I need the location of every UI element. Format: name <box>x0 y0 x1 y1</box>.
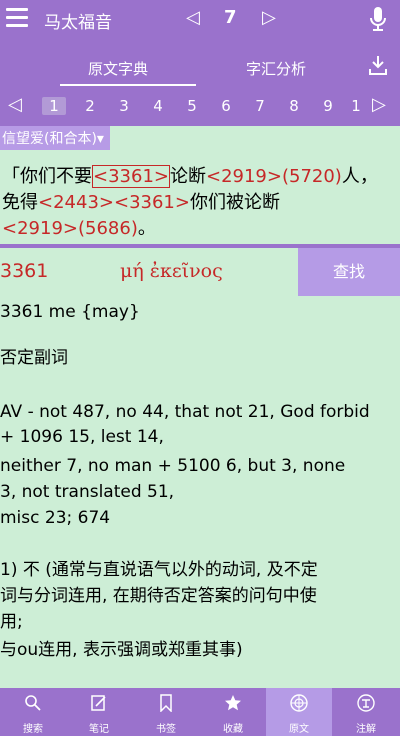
definition-line: 用; <box>0 612 23 632</box>
nav-annotations[interactable]: 注解 <box>333 688 399 736</box>
bottom-nav: 搜索 笔记 书签 收藏 原文 注解 <box>0 688 400 736</box>
verse-number-bar: ◁ 1 2 3 4 5 6 7 8 9 1 ▷ <box>0 86 400 126</box>
top-bar: 马太福音 ◁ 7 ▷ <box>0 0 400 38</box>
verse-number-3[interactable]: 3 <box>112 97 136 115</box>
strongs-number: 3361 <box>0 260 49 282</box>
nav-search[interactable]: 搜索 <box>0 688 66 736</box>
book-title[interactable]: 马太福音 <box>44 8 112 33</box>
lexicon-header: 3361 μή ἐκεῖνος 查找 <box>0 248 400 296</box>
verse-number-2[interactable]: 2 <box>78 97 102 115</box>
definition-line: misc 23; 674 <box>0 508 111 528</box>
nav-original-text[interactable]: 原文 <box>266 688 332 736</box>
greek-word: μή ἐκεῖνος <box>120 260 223 282</box>
verse-number-6[interactable]: 6 <box>214 97 238 115</box>
verse-number-8[interactable]: 8 <box>282 97 306 115</box>
verse-text-part: 。 <box>137 218 156 239</box>
next-verse-button[interactable]: ▷ <box>372 94 386 115</box>
nav-label: 笔记 <box>89 724 109 735</box>
definition-line: 否定副词 <box>0 348 68 368</box>
nav-label: 注解 <box>356 724 376 735</box>
definition-line: 词与分词连用, 在期待否定答案的问句中使 <box>0 586 317 606</box>
strongs-link-selected[interactable]: <3361> <box>92 165 170 188</box>
definition-line: 3, not translated 51, <box>0 482 175 502</box>
definition-line: 与ou连用, 表示强调或郑重其事) <box>0 640 243 660</box>
find-button[interactable]: 查找 <box>298 248 400 296</box>
nav-label: 原文 <box>289 724 309 735</box>
nav-label: 收藏 <box>223 724 243 735</box>
verse-text-part: 你们被论断 <box>189 192 280 213</box>
strongs-link[interactable]: <2919> <box>206 166 282 187</box>
prev-verse-button[interactable]: ◁ <box>8 94 22 115</box>
version-selector[interactable]: 信望爱(和合本)▾ <box>0 126 110 150</box>
verse-text-part: 免得 <box>2 192 38 213</box>
verse-text-part: 论断 <box>169 166 206 187</box>
next-chapter-button[interactable]: ▷ <box>262 7 276 28</box>
bookmark-icon <box>160 694 172 712</box>
nav-label: 搜索 <box>23 724 43 735</box>
definition-line: 3361 me {may} <box>0 302 140 322</box>
definition-line: neither 7, no man + 5100 6, but 3, none <box>0 456 346 476</box>
download-icon[interactable] <box>368 54 388 76</box>
verse-text-part: 人， <box>341 166 378 187</box>
strongs-link[interactable]: <3361> <box>114 192 190 213</box>
tab-word-analysis[interactable]: 字汇分析 <box>246 58 306 79</box>
verse-text-part: 「你们不要 <box>2 166 92 187</box>
definition-line: + 1096 15, lest 14, <box>0 427 164 447</box>
verse-text: 「你们不要<3361>论断<2919>(5720)人， 免得<2443><3361… <box>2 164 398 242</box>
app-header: 马太福音 ◁ 7 ▷ 原文字典 字汇分析 <box>0 0 400 86</box>
verse-number-7[interactable]: 7 <box>248 97 272 115</box>
strongs-link[interactable]: (5720) <box>282 166 342 187</box>
verse-number-10[interactable]: 1 <box>344 97 368 115</box>
nav-favorites[interactable]: 收藏 <box>200 688 266 736</box>
note-icon <box>91 695 106 711</box>
nav-bookmarks[interactable]: 书签 <box>133 688 199 736</box>
search-icon <box>25 695 41 711</box>
verse-panel: 信望爱(和合本)▾ 「你们不要<3361>论断<2919>(5720)人， 免得<… <box>0 126 400 244</box>
verse-number-1[interactable]: 1 <box>42 97 66 115</box>
definition-line: 1) 不 (通常与直说语气以外的动词, 及不定 <box>0 560 318 580</box>
verse-number-5[interactable]: 5 <box>180 97 204 115</box>
strongs-link[interactable]: (5686) <box>78 218 138 239</box>
prev-chapter-button[interactable]: ◁ <box>186 7 200 28</box>
chapter-number[interactable]: 7 <box>224 7 237 28</box>
strongs-link[interactable]: <2443> <box>38 192 114 213</box>
nav-notes[interactable]: 笔记 <box>66 688 132 736</box>
annotation-icon <box>357 694 375 712</box>
nav-label: 书签 <box>156 724 176 735</box>
verse-number-9[interactable]: 9 <box>316 97 340 115</box>
menu-icon[interactable] <box>6 8 28 28</box>
tab-bar: 原文字典 字汇分析 <box>0 48 400 86</box>
verse-number-4[interactable]: 4 <box>146 97 170 115</box>
strongs-link[interactable]: <2919> <box>2 218 78 239</box>
definition-line: AV - not 487, no 44, that not 21, God fo… <box>0 402 370 422</box>
original-text-icon <box>290 694 308 712</box>
microphone-icon[interactable] <box>368 6 388 32</box>
tab-original-dictionary[interactable]: 原文字典 <box>88 58 148 79</box>
star-icon <box>225 695 241 711</box>
